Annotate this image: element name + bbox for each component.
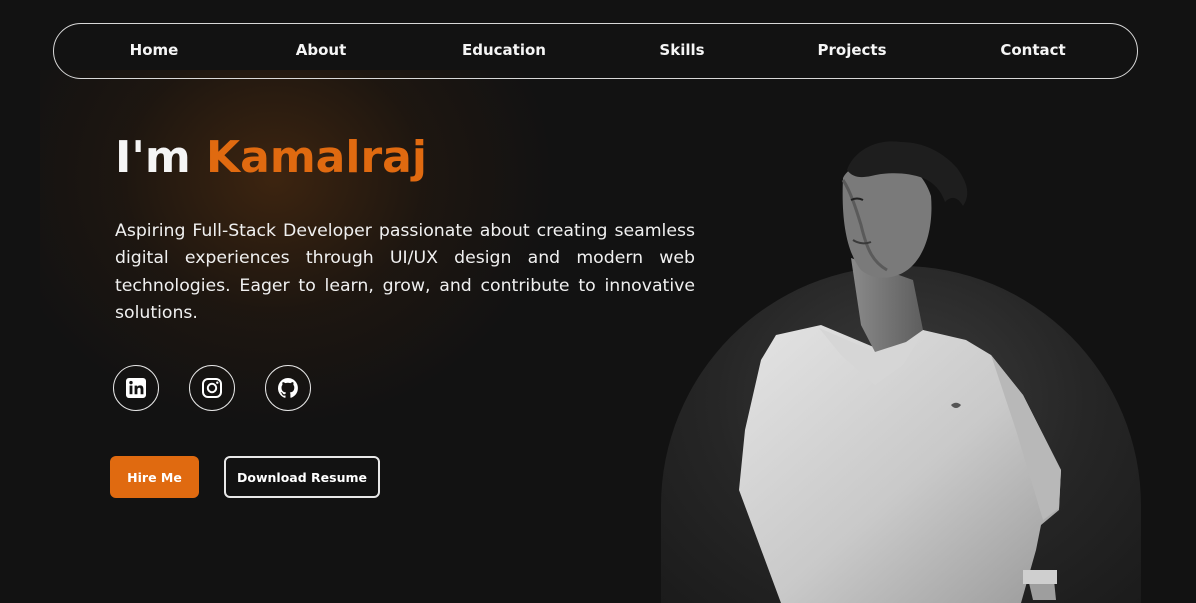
- hero-name: Kamalraj: [206, 132, 427, 183]
- nav-item-contact[interactable]: Contact: [1000, 24, 1065, 77]
- linkedin-link[interactable]: [113, 365, 159, 411]
- nav-item-home[interactable]: Home: [130, 24, 179, 77]
- instagram-icon: [202, 378, 222, 398]
- main-navigation: Home About Education Skills Projects Con…: [53, 23, 1138, 79]
- github-icon: [278, 378, 298, 398]
- github-link[interactable]: [265, 365, 311, 411]
- hero-title: I'm Kamalraj: [115, 132, 427, 183]
- hero-bio: Aspiring Full-Stack Developer passionate…: [115, 221, 695, 323]
- linkedin-icon: [126, 378, 146, 398]
- nav-item-projects[interactable]: Projects: [817, 24, 886, 77]
- nav-item-skills[interactable]: Skills: [659, 24, 704, 77]
- download-resume-button[interactable]: Download Resume: [224, 456, 380, 498]
- nav-item-education[interactable]: Education: [462, 24, 546, 77]
- profile-photo: [739, 141, 1061, 603]
- instagram-link[interactable]: [189, 365, 235, 411]
- nav-item-about[interactable]: About: [296, 24, 347, 77]
- hero-greeting: I'm: [115, 132, 191, 183]
- hire-me-button[interactable]: Hire Me: [110, 456, 199, 498]
